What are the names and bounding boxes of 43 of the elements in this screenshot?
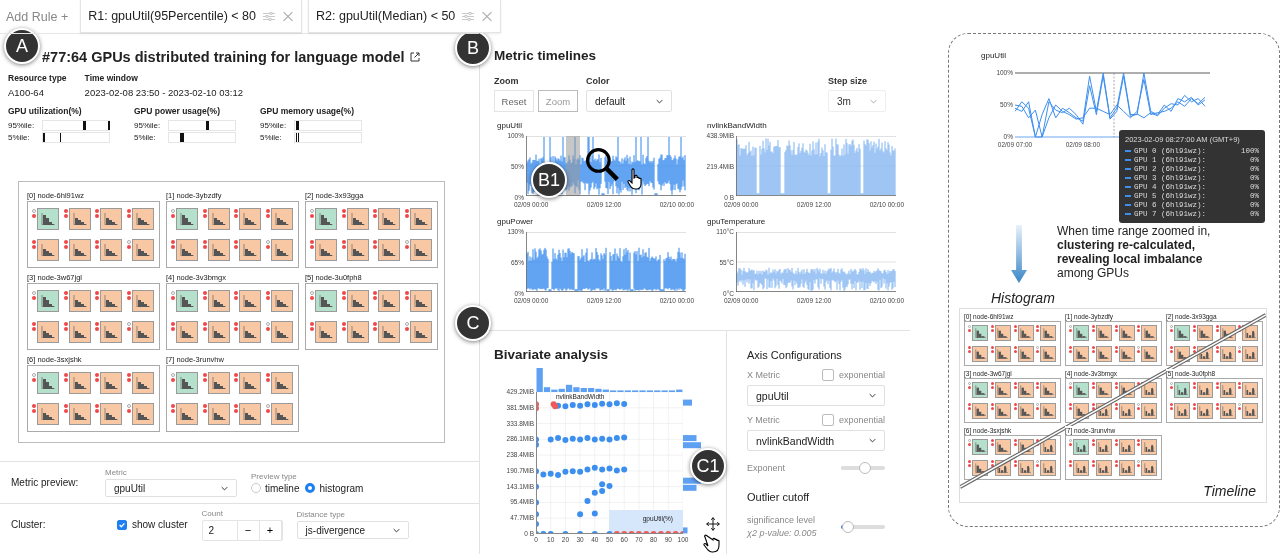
job-title: #77:64 GPUs distributed training for language model xyxy=(42,49,405,65)
field-label: Distance type xyxy=(296,510,347,519)
field-label: Exponent xyxy=(747,463,786,473)
metric-title: GPU utilization(%) xyxy=(8,106,83,116)
chart-title: nvlinkBandWidth xyxy=(707,121,768,130)
field-value: 2023-02-08 23:50 - 2023-02-10 03:12 xyxy=(84,87,244,98)
field-label: Step size xyxy=(828,76,868,86)
view-label: Histogram xyxy=(991,290,1056,306)
section-title: Bivariate analysis xyxy=(494,347,609,362)
field-label: X Metric xyxy=(747,370,780,380)
section-title: Axis Configurations xyxy=(747,349,843,361)
field-label: Preview type xyxy=(251,471,298,481)
row-label: 5%ile: xyxy=(8,132,31,142)
field-label: Count xyxy=(201,508,224,518)
field-label: Color xyxy=(586,76,611,86)
row-label: 5%ile: xyxy=(134,132,157,142)
callout-marker: C1 xyxy=(690,448,726,484)
field-value: A100-64 xyxy=(8,87,45,98)
row-label: 95%ile: xyxy=(134,120,162,130)
callout-marker: A xyxy=(4,28,40,64)
section-label: Metric preview: xyxy=(11,477,80,488)
metric-title: GPU power usage(%) xyxy=(134,106,221,116)
section-title: Outlier cutoff xyxy=(747,491,811,503)
row-label: 95%ile: xyxy=(8,120,36,130)
row-label: 95%ile: xyxy=(260,120,288,130)
chart-title: gpuUtil xyxy=(981,51,1007,60)
metric-title: GPU memory usage(%) xyxy=(260,106,355,116)
callout-marker: C xyxy=(455,305,491,341)
field-label: Metric xyxy=(105,468,128,477)
field-label: significance level xyxy=(747,515,817,525)
chart-title: gpuUtil xyxy=(497,121,523,130)
annotation-text: When time range zoomed in, clustering re-calculated, revealing local imbalance among GPUs xyxy=(1057,223,1212,282)
row-label: 5%ile: xyxy=(260,132,283,142)
p-value-reading: χ2 p-value: 0.005 xyxy=(747,528,817,538)
field-label: Resource type xyxy=(8,73,67,83)
field-label: Time window xyxy=(84,73,139,83)
section-title: Metric timelines xyxy=(494,48,597,63)
field-label: Y Metric xyxy=(747,415,780,425)
chart-title: gpuTemperature xyxy=(707,217,767,226)
chart-title: gpuPower xyxy=(497,217,535,226)
field-label: Zoom xyxy=(494,76,520,86)
view-label: Timeline xyxy=(1203,483,1256,499)
section-label: Cluster: xyxy=(11,519,47,530)
